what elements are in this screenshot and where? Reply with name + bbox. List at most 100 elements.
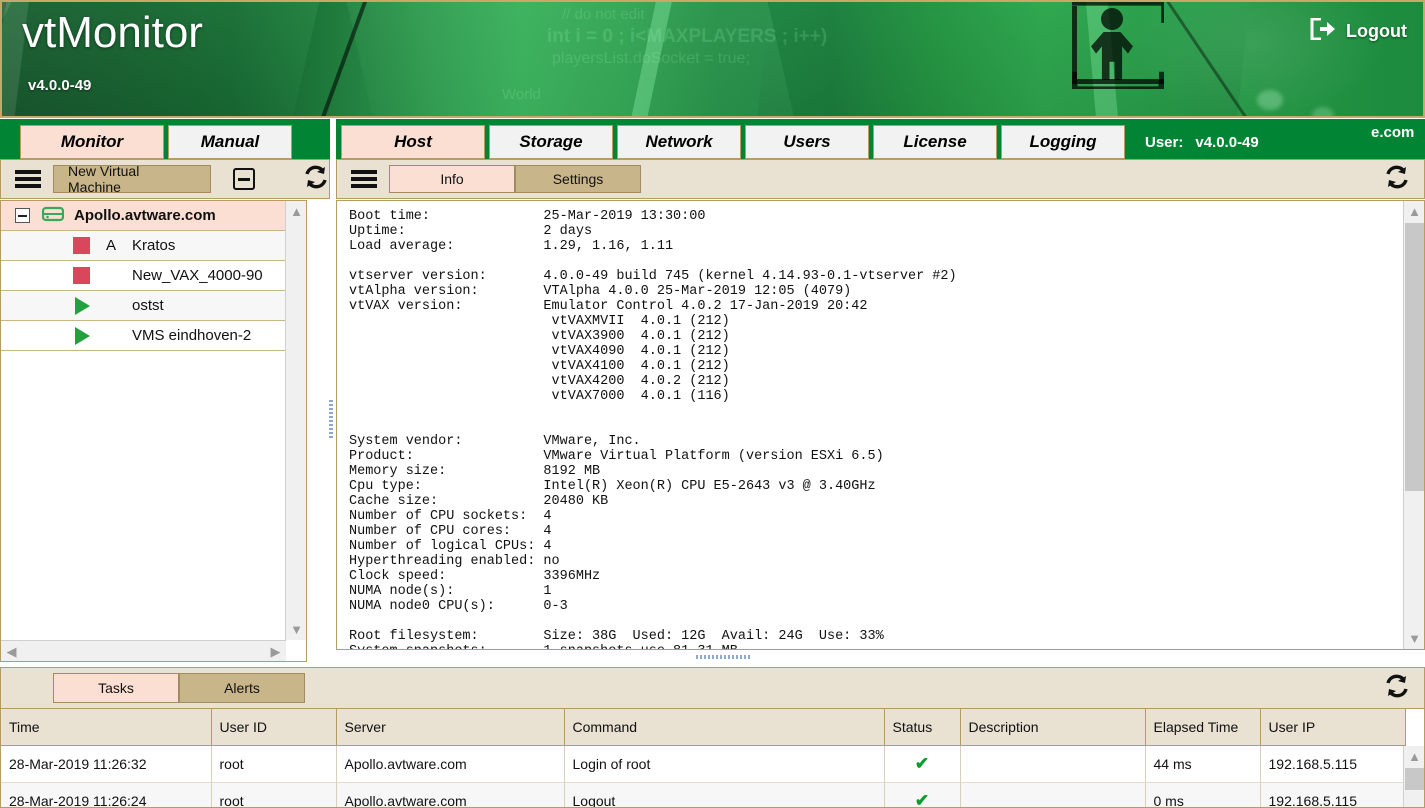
- logout-button[interactable]: Logout: [1310, 18, 1407, 45]
- table-row[interactable]: 28-Mar-2019 11:26:24 root Apollo.avtware…: [1, 782, 1405, 808]
- left-toolbar: New Virtual Machine: [0, 159, 330, 199]
- tree-node-vm[interactable]: VMS eindhoven-2: [1, 321, 306, 351]
- tree-node-vm[interactable]: New_VAX_4000-90: [1, 261, 306, 291]
- refresh-icon[interactable]: [1384, 165, 1410, 194]
- banner-ghost-text-1: // do not edit: [562, 6, 645, 23]
- horizontal-splitter[interactable]: [336, 651, 1425, 662]
- column-header-user-ip[interactable]: User IP: [1260, 709, 1405, 745]
- column-header-elapsed-time[interactable]: Elapsed Time: [1145, 709, 1260, 745]
- stopped-square-icon: [73, 267, 90, 284]
- tasks-table: Time User ID Server Command Status Descr…: [1, 709, 1406, 808]
- tree-node-vm-label: VMS eindhoven-2: [132, 327, 251, 344]
- banner-ghost-text-4: World: [502, 86, 541, 103]
- tab-manual[interactable]: Manual: [168, 125, 292, 159]
- logout-arrow-icon: [1310, 18, 1336, 45]
- tab-storage-label: Storage: [519, 132, 582, 152]
- cell-elapsed-time: 0 ms: [1145, 782, 1260, 808]
- right-toolbar: Info Settings: [336, 159, 1425, 199]
- tab-host[interactable]: Host: [341, 125, 485, 159]
- cell-description: [960, 745, 1145, 782]
- tab-license[interactable]: License: [873, 125, 997, 159]
- scroll-thumb[interactable]: [1405, 768, 1424, 790]
- scroll-thumb[interactable]: [1405, 223, 1424, 491]
- tree-node-vm[interactable]: A Kratos: [1, 231, 306, 261]
- cell-command: Login of root: [564, 745, 884, 782]
- tab-license-label: License: [903, 132, 966, 152]
- current-user-indicator: User: v4.0.0-49: [1129, 125, 1259, 159]
- column-header-server[interactable]: Server: [336, 709, 564, 745]
- bottom-toolbar: Tasks Alerts: [0, 667, 1425, 709]
- status-badge: ✔: [884, 745, 960, 782]
- app-title: vtMonitor: [22, 8, 203, 58]
- cell-user-ip: 192.168.5.115: [1260, 745, 1405, 782]
- hamburger-menu-icon[interactable]: [15, 170, 41, 188]
- tab-network[interactable]: Network: [617, 125, 741, 159]
- refresh-icon[interactable]: [1384, 674, 1410, 703]
- table-header-row: Time User ID Server Command Status Descr…: [1, 709, 1405, 745]
- cell-user-ip: 192.168.5.115: [1260, 782, 1405, 808]
- virtual-machine-tree[interactable]: Apollo.avtware.com A Kratos New_VAX_4000…: [0, 200, 307, 662]
- table-row[interactable]: 28-Mar-2019 11:26:32 root Apollo.avtware…: [1, 745, 1405, 782]
- tab-tasks[interactable]: Tasks: [53, 673, 179, 703]
- tab-host-label: Host: [394, 132, 432, 152]
- tree-node-host-label: Apollo.avtware.com: [74, 207, 216, 224]
- tasks-vertical-scrollbar[interactable]: ▲: [1403, 746, 1424, 808]
- tree-horizontal-scrollbar[interactable]: ◀ ▶: [1, 640, 286, 661]
- server-name-truncated: e.com: [1371, 124, 1423, 141]
- banner-ghost-text-2: int i = 0 ; i<MAXPLAYERS ; i++): [547, 26, 827, 48]
- tab-storage[interactable]: Storage: [489, 125, 613, 159]
- tree-vertical-scrollbar[interactable]: ▲ ▼: [285, 201, 306, 640]
- bottom-tab-group: Tasks Alerts: [53, 673, 305, 703]
- refresh-icon[interactable]: [303, 165, 329, 194]
- app-version-label: v4.0.0-49: [28, 77, 91, 94]
- status-badge: ✔: [884, 782, 960, 808]
- stopped-square-icon: [73, 237, 90, 254]
- subtab-settings-label: Settings: [553, 171, 604, 187]
- column-header-command[interactable]: Command: [564, 709, 884, 745]
- tab-users[interactable]: Users: [745, 125, 869, 159]
- new-virtual-machine-button[interactable]: New Virtual Machine: [53, 165, 211, 193]
- scroll-down-icon[interactable]: ▼: [1404, 628, 1425, 649]
- scroll-left-icon[interactable]: ◀: [1, 641, 22, 662]
- host-info-text: Boot time: 25-Mar-2019 13:30:00 Uptime: …: [349, 209, 1389, 650]
- cell-time: 28-Mar-2019 11:26:24: [1, 782, 211, 808]
- tree-node-vm-label: Kratos: [132, 237, 175, 254]
- vm-flag-label: A: [100, 237, 122, 254]
- column-header-description[interactable]: Description: [960, 709, 1145, 745]
- server-host-icon: [42, 205, 64, 227]
- splitter-grip-icon: [696, 655, 750, 659]
- scroll-up-icon[interactable]: ▲: [1404, 746, 1425, 767]
- tree-node-vm-label: New_VAX_4000-90: [132, 267, 263, 284]
- tree-node-vm-label: ostst: [132, 297, 164, 314]
- right-tab-strip: Host Storage Network Users License Loggi…: [336, 119, 1425, 159]
- splitter-grip-icon: [329, 400, 333, 440]
- banner-decor-highlight-b: [1312, 107, 1334, 118]
- info-vertical-scrollbar[interactable]: ▲ ▼: [1403, 201, 1424, 649]
- column-header-time[interactable]: Time: [1, 709, 211, 745]
- collapse-expander-icon[interactable]: [15, 208, 30, 223]
- scroll-down-icon[interactable]: ▼: [286, 619, 307, 640]
- tab-logging[interactable]: Logging: [1001, 125, 1125, 159]
- person-sign-icon: [1072, 6, 1164, 84]
- tab-users-label: Users: [783, 132, 830, 152]
- column-header-status[interactable]: Status: [884, 709, 960, 745]
- tasks-table-container[interactable]: Time User ID Server Command Status Descr…: [0, 709, 1425, 808]
- tab-tasks-label: Tasks: [98, 680, 134, 696]
- tab-alerts[interactable]: Alerts: [179, 673, 305, 703]
- column-header-user-id[interactable]: User ID: [211, 709, 336, 745]
- subtab-settings[interactable]: Settings: [515, 165, 641, 193]
- collapse-minus-icon[interactable]: [233, 168, 255, 190]
- cell-server: Apollo.avtware.com: [336, 745, 564, 782]
- running-triangle-icon: [75, 327, 90, 345]
- scroll-up-icon[interactable]: ▲: [286, 201, 307, 222]
- scroll-right-icon[interactable]: ▶: [265, 641, 286, 662]
- subtab-info[interactable]: Info: [389, 165, 515, 193]
- user-label: User:: [1145, 134, 1183, 151]
- tree-node-host[interactable]: Apollo.avtware.com: [1, 201, 306, 231]
- vertical-splitter[interactable]: [326, 200, 336, 662]
- tree-node-vm[interactable]: ostst: [1, 291, 306, 321]
- scroll-up-icon[interactable]: ▲: [1404, 201, 1425, 222]
- tab-monitor[interactable]: Monitor: [20, 125, 164, 159]
- banner-decor-highlight-a: [1257, 90, 1283, 110]
- hamburger-menu-icon[interactable]: [351, 170, 377, 188]
